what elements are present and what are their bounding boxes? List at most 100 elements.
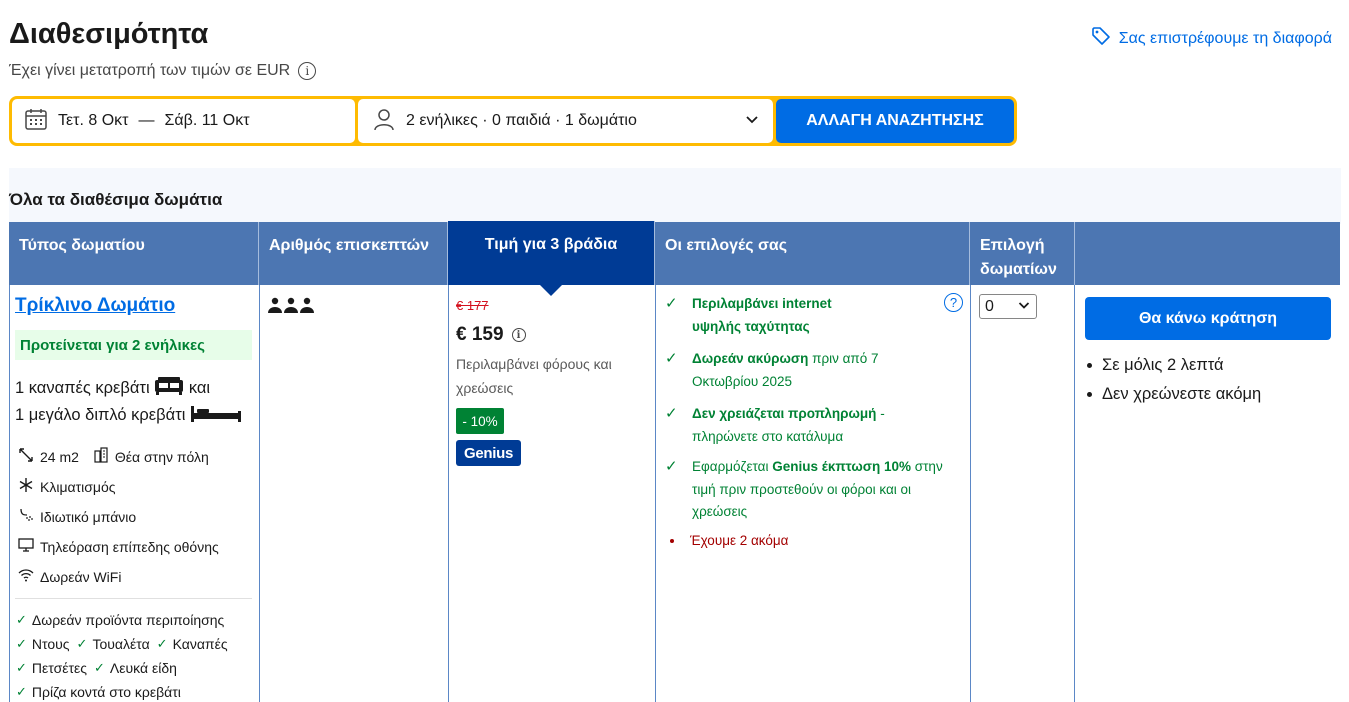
column-divider [1074, 285, 1075, 702]
header-room-type: Τύπος δωματίου [9, 222, 259, 285]
sort-arrow-icon [540, 285, 562, 296]
header-guests: Αριθμός επισκεπτών [259, 222, 448, 285]
option-genius-bold: Genius έκπτωση 10% [772, 459, 911, 474]
tag-icon [1091, 26, 1111, 51]
reserve-button[interactable]: Θα κάνω κράτηση [1085, 297, 1331, 340]
header-options: Οι επιλογές σας [655, 222, 970, 285]
chevron-down-icon [1018, 298, 1030, 316]
room-size-icon [18, 447, 34, 466]
check-icon: ✓ [16, 660, 27, 675]
benefit-item: Δεν χρεώνεστε ακόμη [1087, 380, 1261, 409]
option-prepay-bold: Δεν χρειάζεται προπληρωμή [692, 406, 877, 421]
scarcity-text: Έχουμε 2 ακόμα [690, 533, 789, 548]
option-cancel-bold: Δωρεάν ακύρωση [692, 351, 809, 366]
option-internet: ✓ Περιλαμβάνει internet υψηλής ταχύτητας [665, 293, 865, 338]
amenity-row: ✓ Πρίζα κοντά στο κρεβάτι [16, 684, 181, 700]
column-divider [655, 285, 656, 702]
table-header: Τύπος δωματίου Αριθμός επισκεπτών Τιμή γ… [9, 221, 1340, 296]
column-divider [259, 285, 260, 702]
date-picker[interactable]: Τετ. 8 Οκτ — Σάβ. 11 Οκτ [12, 99, 355, 143]
room-quantity-select[interactable]: 0 [979, 294, 1037, 319]
room-quantity-value: 0 [985, 297, 994, 315]
amenity-row: ✓ Ντους ✓ Τουαλέτα ✓ Καναπές [16, 636, 228, 652]
price-match-label: Σας επιστρέφουμε τη διαφορά [1118, 29, 1332, 47]
check-icon: ✓ [16, 684, 27, 699]
check-icon: ✓ [665, 350, 678, 367]
benefit-item: Σε μόλις 2 λεπτά [1087, 351, 1261, 380]
bed-and-text: και [188, 379, 211, 397]
city-view-icon [93, 447, 109, 466]
sofa-bed-icon [154, 376, 184, 403]
header-price-label: Τιμή για 3 βράδια [484, 236, 618, 253]
guests-summary: 2 ενήλικες · 0 παιδιά · 1 δωμάτιο [406, 112, 637, 129]
amenity-sofa: Καναπές [172, 636, 228, 652]
search-bar: Τετ. 8 Οκτ — Σάβ. 11 Οκτ 2 ενήλικες · 0 … [9, 96, 1017, 146]
amenity-linen: Λευκά είδη [109, 660, 177, 676]
check-icon: ✓ [665, 405, 678, 422]
max-guests-icons[interactable] [268, 297, 314, 318]
bed-sofa-text: 1 καναπές κρεβάτι [15, 379, 150, 397]
check-icon: ✓ [76, 636, 88, 651]
person-icon [300, 297, 314, 318]
room-name-link[interactable]: Τρίκλινο Δωμάτιο [15, 295, 175, 317]
amenity-toilet: Τουαλέτα [92, 636, 150, 652]
option-genius: ✓ Εφαρμόζεται Genius έκπτωση 10% στην τι… [665, 456, 955, 524]
checkout-date: Σάβ. 11 Οκτ [164, 112, 250, 129]
info-icon[interactable]: i [511, 328, 526, 342]
person-icon [284, 297, 298, 318]
option-internet-text: Περιλαμβάνει internet υψηλής ταχύτητας [692, 296, 832, 334]
reserve-benefits: Σε μόλις 2 λεπτά Δεν χρεώνεστε ακόμη [1087, 351, 1261, 409]
option-cancellation: ✓ Δωρεάν ακύρωση πριν από 7 Οκτωβρίου 20… [665, 348, 915, 393]
snowflake-icon [18, 477, 34, 496]
amenity-row: ✓ Πετσέτες ✓ Λευκά είδη [16, 660, 177, 676]
amenity-row: ✓ Δωρεάν προϊόντα περιποίησης [16, 612, 224, 628]
room-size: 24 m2 [40, 448, 79, 465]
facility-row-wifi: Δωρεάν WiFi [18, 567, 121, 586]
facilities-divider [15, 598, 252, 599]
price-match-link[interactable]: Σας επιστρέφουμε τη διαφορά [1091, 26, 1332, 51]
check-icon: ✓ [94, 660, 105, 675]
facility-row-tv: Τηλεόραση επίπεδης οθόνης [18, 537, 219, 556]
flat-screen-tv: Τηλεόραση επίπεδης οθόνης [40, 538, 219, 555]
change-search-button[interactable]: ΑΛΛΑΓΗ ΑΝΑΖΗΤΗΣΗΣ [776, 99, 1014, 143]
person-icon [372, 107, 396, 136]
person-icon [268, 297, 282, 318]
benefit-text: Σε μόλις 2 λεπτά [1102, 356, 1224, 374]
original-price: € 177 [456, 298, 489, 313]
date-separator: — [138, 112, 155, 129]
checkin-date: Τετ. 8 Οκτ [58, 112, 129, 129]
free-wifi: Δωρεάν WiFi [40, 568, 122, 585]
info-icon[interactable]: i [298, 62, 317, 80]
calendar-icon [24, 107, 48, 136]
currency-note: Έχει γίνει μετατροπή των τιμών σε EUR i [9, 62, 317, 80]
check-icon: ✓ [16, 636, 27, 651]
tv-icon [18, 537, 34, 556]
amenity-toiletries: Δωρεάν προϊόντα περιποίησης [31, 612, 225, 628]
header-select-rooms: Επιλογή δωματίων [970, 222, 1075, 285]
header-price[interactable]: Τιμή για 3 βράδια [448, 221, 655, 296]
chevron-down-icon [745, 112, 759, 131]
current-price-row: € 159 i [456, 324, 526, 346]
page-title: Διαθεσιμότητα [9, 18, 209, 50]
genius-badge[interactable]: Genius [456, 440, 521, 466]
recommendation-badge: Προτείνεται για 2 ενήλικες [15, 330, 252, 360]
scarcity-notice: Έχουμε 2 ακόμα [665, 533, 789, 548]
wifi-icon [18, 567, 34, 586]
facility-row-bathroom: Ιδιωτικό μπάνιο [18, 507, 136, 526]
header-select-line2: δωματίων [980, 261, 1057, 278]
bed-double-text: 1 μεγάλο διπλό κρεβάτι [15, 406, 186, 424]
check-icon: ✓ [16, 612, 27, 627]
amenity-socket: Πρίζα κοντά στο κρεβάτι [31, 684, 181, 700]
facility-row-size: 24 m2 Θέα στην πόλη [18, 447, 209, 466]
air-conditioning: Κλιματισμός [40, 478, 116, 495]
column-divider [970, 285, 971, 702]
help-icon[interactable]: ? [944, 293, 963, 312]
option-genius-pre: Εφαρμόζεται [692, 459, 769, 474]
shower-icon [18, 507, 34, 526]
header-select-line1: Επιλογή [980, 237, 1045, 254]
column-divider [448, 285, 449, 702]
discount-badge: - 10% [456, 408, 504, 434]
bed-info: 1 καναπές κρεβάτι και 1 μεγάλο διπλό κρε… [15, 376, 242, 430]
guests-picker[interactable]: 2 ενήλικες · 0 παιδιά · 1 δωμάτιο [358, 99, 773, 143]
check-icon: ✓ [665, 295, 678, 312]
